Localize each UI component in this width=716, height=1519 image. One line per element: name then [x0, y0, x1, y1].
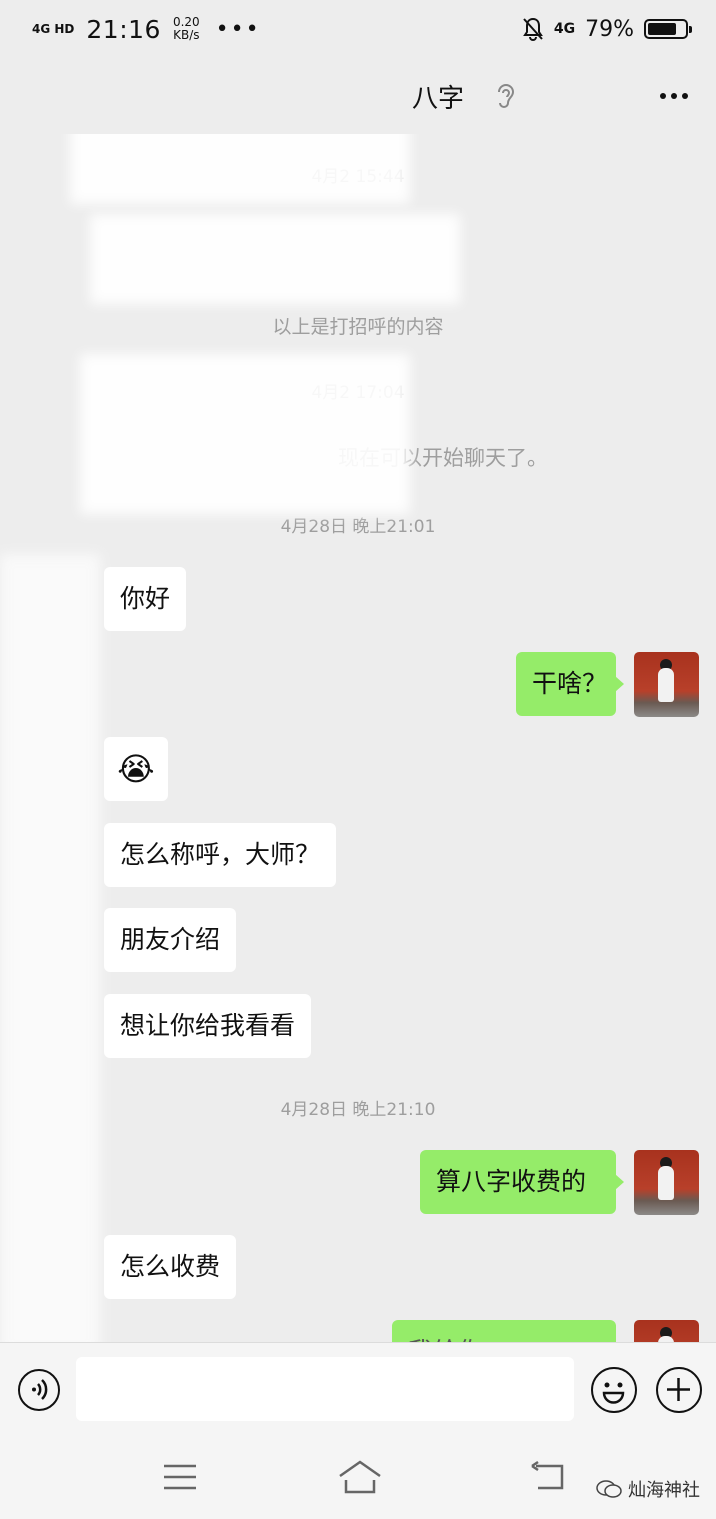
voice-button[interactable] [18, 1369, 60, 1411]
battery-percent: 79% [585, 16, 634, 42]
menu-icon[interactable] [162, 1462, 198, 1492]
timestamp: 4月28日 晚上21:01 [280, 517, 436, 537]
system-message: 以上是打招呼的内容 [272, 316, 444, 338]
battery-fill [648, 23, 677, 35]
my-avatar[interactable] [634, 652, 699, 717]
message-incoming-emoji[interactable]: 😭 [104, 737, 168, 801]
message-incoming[interactable]: 怎么称呼，大师？ [104, 823, 337, 887]
signal-type: 4G [553, 21, 576, 37]
message-incoming[interactable]: 你好 [104, 567, 187, 631]
message-outgoing[interactable]: 我给你... [392, 1320, 616, 1342]
mute-bell-icon [522, 17, 543, 41]
avatar-figure [658, 1166, 674, 1200]
message-incoming[interactable]: 怎么收费 [104, 1235, 237, 1299]
plus-icon [667, 1378, 690, 1401]
network-speed: 0.20 KB/s [173, 16, 200, 42]
chat-area[interactable]: 4月2 15:44 以上是打招呼的内容 4月2 17:04 现在可以开始聊天了。… [0, 134, 716, 1342]
message-outgoing[interactable]: 干啥？ [516, 652, 624, 716]
timestamp: 4月28日 晚上21:10 [280, 1100, 436, 1120]
more-notifications-icon: ••• [215, 16, 261, 42]
redaction-mask [80, 354, 410, 514]
clock: 21:16 [86, 14, 161, 44]
battery-icon [644, 19, 692, 39]
redaction-mask [70, 134, 410, 204]
back-icon[interactable] [528, 1460, 568, 1494]
chat-title: 八字 [411, 83, 464, 114]
message-incoming[interactable]: 朋友介绍 [104, 908, 237, 972]
watermark: 灿海神社 [596, 1476, 700, 1502]
more-dot [671, 93, 677, 99]
redaction-mask [90, 214, 460, 304]
watermark-text: 灿海神社 [628, 1480, 700, 1501]
message-incoming[interactable]: 想让你给我看看 [104, 994, 312, 1058]
emoji-button[interactable] [591, 1367, 637, 1413]
status-bar: 4G HD 21:16 0.20 KB/s ••• 4G 79% [0, 0, 716, 58]
ear-icon [498, 84, 515, 108]
input-bar [0, 1342, 716, 1434]
network-indicator: 4G HD [32, 22, 75, 36]
more-dot [682, 93, 688, 99]
add-button[interactable] [656, 1367, 702, 1413]
my-avatar[interactable] [634, 1150, 699, 1215]
wechat-icon [596, 1480, 622, 1498]
emoji-icon [602, 1382, 625, 1404]
speed-unit: KB/s [173, 28, 200, 42]
more-dot [660, 93, 666, 99]
chat-header: 八字 [0, 58, 716, 134]
home-icon[interactable] [336, 1458, 384, 1496]
redaction-mask [0, 554, 100, 1342]
message-input[interactable] [76, 1357, 574, 1421]
voice-icon [32, 1379, 48, 1400]
more-button[interactable] [654, 78, 694, 114]
message-outgoing[interactable]: 算八字收费的 [420, 1150, 624, 1214]
avatar-figure [658, 668, 674, 702]
system-nav-bar: 灿海神社 [0, 1434, 716, 1519]
my-avatar[interactable] [634, 1320, 699, 1342]
crying-face-icon: 😭 [117, 750, 155, 788]
